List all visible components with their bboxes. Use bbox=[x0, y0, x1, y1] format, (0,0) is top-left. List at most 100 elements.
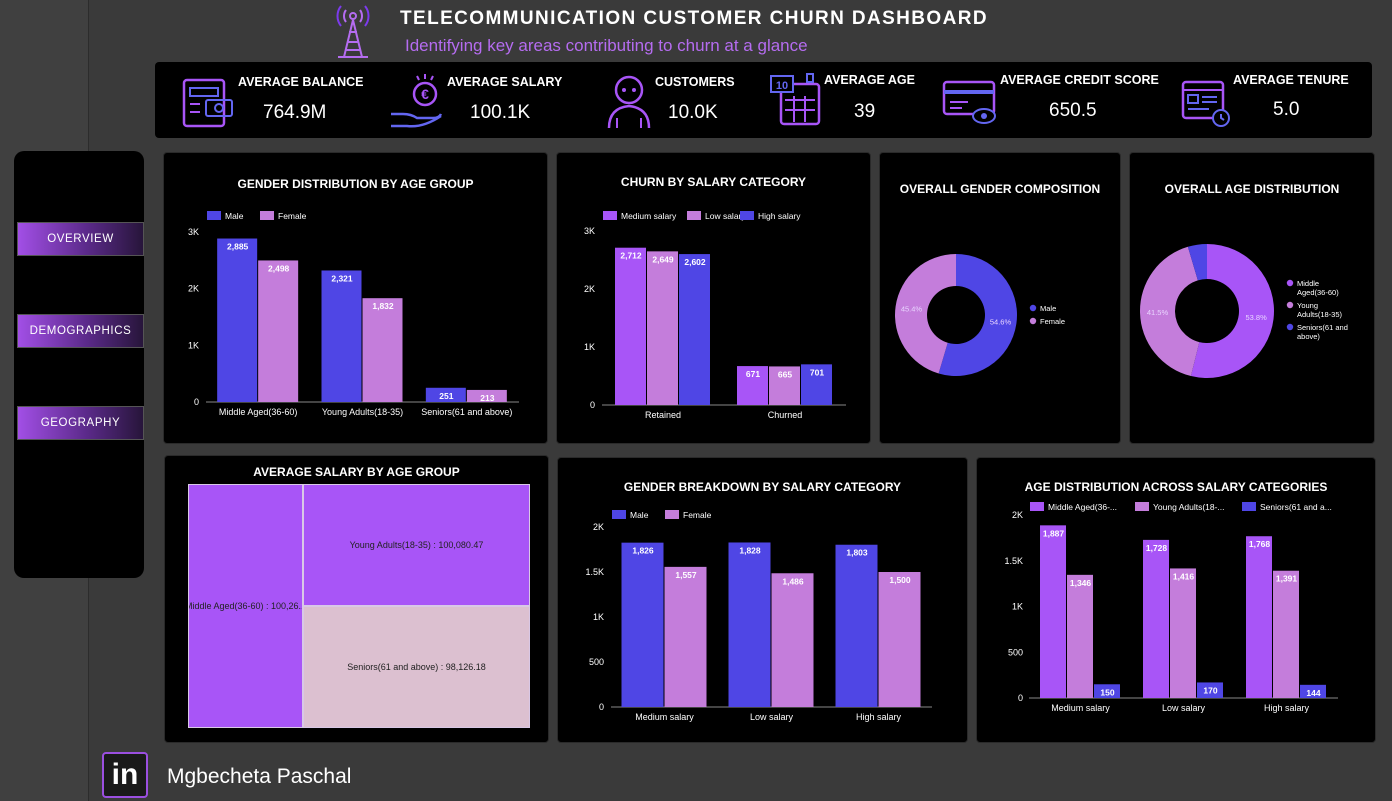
legend-swatch bbox=[665, 510, 679, 519]
kpi-customers: CUSTOMERS 10.0K bbox=[595, 62, 765, 138]
data-label: 144 bbox=[1306, 688, 1320, 698]
data-label: 1,887 bbox=[1043, 528, 1065, 538]
bar bbox=[1143, 539, 1169, 698]
bar bbox=[1246, 536, 1272, 698]
gender-by-salary-chart: Male Female 0 500 1K 1.5K 2K 1,826 1,557 Medium s… bbox=[585, 510, 932, 722]
data-label: 701 bbox=[810, 367, 824, 377]
gender-by-age-chart: Male Female 0 1K 2K 3K 2,885 2,498 Middle Aged(3… bbox=[188, 211, 519, 417]
y-tick-label: 2K bbox=[593, 522, 604, 532]
document-clock-icon bbox=[1181, 80, 1230, 127]
nav-geography-button[interactable]: GEOGRAPHY bbox=[17, 406, 144, 440]
x-tick-label: Retained bbox=[645, 410, 681, 420]
kpi-value: 10.0K bbox=[668, 102, 718, 123]
kpi-average-balance: AVERAGE BALANCE 764.9M bbox=[155, 62, 363, 138]
person-icon bbox=[607, 75, 651, 129]
gender-composition-card: OVERALL GENDER COMPOSITION 54.6% 45.4% Mal… bbox=[879, 152, 1121, 444]
avg-salary-treemap: Middle Aged(36-60) : 100,26... Young Adu… bbox=[188, 484, 530, 728]
treemap-cell-middle-aged[interactable]: Middle Aged(36-60) : 100,26... bbox=[188, 484, 303, 728]
chart-title: AVERAGE SALARY BY AGE GROUP bbox=[253, 465, 460, 479]
svg-text:€: € bbox=[421, 86, 429, 102]
churn-by-salary-chart: Medium salary Low salary High salary01K2K3… bbox=[584, 211, 846, 420]
y-tick-label: 500 bbox=[589, 657, 604, 667]
bar bbox=[217, 238, 258, 402]
data-label: 2,885 bbox=[227, 242, 249, 252]
age-distribution-card: OVERALL AGE DISTRIBUTION 53.8% 41.5% Middl… bbox=[1129, 152, 1375, 444]
slice-label: 45.4% bbox=[901, 305, 923, 314]
svg-text:10: 10 bbox=[776, 80, 788, 92]
nav-demographics-button[interactable]: DEMOGRAPHICS bbox=[17, 314, 144, 348]
y-tick-label: 500 bbox=[1008, 647, 1023, 657]
age-across-salary-card: AGE DISTRIBUTION ACROSS SALARY CATEGORIE… bbox=[976, 457, 1376, 743]
kpi-average-tenure: AVERAGE TENURE 5.0 bbox=[1175, 62, 1372, 138]
bar bbox=[362, 298, 403, 402]
nav-overview-button[interactable]: OVERVIEW bbox=[17, 222, 144, 256]
y-tick-label: 3K bbox=[188, 227, 199, 237]
bar bbox=[321, 270, 362, 402]
euro-hand-icon: € bbox=[391, 74, 443, 128]
x-tick-label: Medium salary bbox=[635, 712, 694, 722]
bar bbox=[1273, 570, 1299, 698]
legend-dot bbox=[1286, 279, 1294, 287]
legend-label: Male bbox=[225, 211, 244, 221]
x-tick-label: High salary bbox=[1264, 703, 1310, 713]
y-tick-label: 2K bbox=[584, 284, 595, 294]
linkedin-icon[interactable]: in bbox=[102, 752, 148, 798]
data-label: 1,416 bbox=[1173, 571, 1195, 581]
y-tick-label: 2K bbox=[188, 284, 199, 294]
bar bbox=[878, 572, 921, 707]
legend-dot bbox=[1029, 317, 1037, 325]
age-distribution-chart: 53.8% 41.5% MiddleAged(36-60) YoungAdults(1… bbox=[1140, 244, 1348, 378]
legend-swatch bbox=[740, 211, 754, 220]
data-label: 1,346 bbox=[1070, 578, 1092, 588]
x-tick-label: Churned bbox=[768, 410, 803, 420]
slice-label: 54.6% bbox=[990, 317, 1012, 326]
gender-composition-chart: 54.6% 45.4% Male Female bbox=[895, 254, 1065, 376]
data-label: 1,391 bbox=[1276, 574, 1298, 584]
y-tick-label: 2K bbox=[1012, 510, 1023, 520]
bar bbox=[1170, 568, 1196, 698]
legend-swatch bbox=[207, 211, 221, 220]
legend-label: Female bbox=[1040, 317, 1065, 326]
dashboard-header: TELECOMMUNICATION CUSTOMER CHURN DASHBOA… bbox=[330, 0, 1210, 62]
bar bbox=[621, 542, 664, 707]
data-label: 2,498 bbox=[268, 263, 290, 273]
bar bbox=[647, 251, 678, 405]
wallet-icon bbox=[182, 78, 233, 128]
bar bbox=[1040, 525, 1066, 698]
credit-card-icon bbox=[942, 80, 996, 124]
data-label: 1,828 bbox=[739, 545, 761, 555]
x-tick-label: Low salary bbox=[750, 712, 794, 722]
age-across-salary-chart: Middle Aged(36-... Young Adults(18-... Sen… bbox=[1004, 502, 1338, 713]
data-label: 1,500 bbox=[889, 575, 911, 585]
slice-label: 41.5% bbox=[1147, 308, 1169, 317]
kpi-average-age: 10 AVERAGE AGE 39 bbox=[765, 62, 925, 138]
legend-swatch bbox=[687, 211, 701, 220]
legend-label: above) bbox=[1297, 332, 1320, 341]
data-label: 671 bbox=[746, 369, 760, 379]
legend-swatch bbox=[1135, 502, 1149, 511]
treemap-cell-seniors[interactable]: Seniors(61 and above) : 98,126.18 bbox=[303, 606, 530, 728]
x-tick-label: Medium salary bbox=[1051, 703, 1110, 713]
legend-label: Male bbox=[630, 510, 649, 520]
data-label: 1,832 bbox=[372, 301, 394, 311]
legend-swatch bbox=[1242, 502, 1256, 511]
page-subtitle: Identifying key areas contributing to ch… bbox=[405, 36, 808, 55]
kpi-value: 764.9M bbox=[263, 102, 327, 123]
legend-dot bbox=[1286, 301, 1294, 309]
legend-swatch bbox=[1030, 502, 1044, 511]
data-label: 2,321 bbox=[331, 273, 353, 283]
y-tick-label: 0 bbox=[599, 702, 604, 712]
data-label: 213 bbox=[480, 393, 494, 403]
y-tick-label: 0 bbox=[194, 397, 199, 407]
bar bbox=[258, 260, 299, 402]
kpi-value: 650.5 bbox=[1049, 100, 1097, 121]
data-label: 1,486 bbox=[782, 576, 804, 586]
kpi-label: CUSTOMERS bbox=[655, 75, 735, 89]
treemap-cell-young-adults[interactable]: Young Adults(18-35) : 100,080.47 bbox=[303, 484, 530, 606]
y-tick-label: 0 bbox=[1018, 693, 1023, 703]
kpi-label: AVERAGE CREDIT SCORE bbox=[1000, 73, 1159, 87]
y-tick-label: 1K bbox=[188, 340, 199, 350]
y-tick-label: 1.5K bbox=[585, 567, 604, 577]
x-tick-label: Middle Aged(36-60) bbox=[219, 407, 298, 417]
kpi-value: 39 bbox=[854, 101, 876, 122]
